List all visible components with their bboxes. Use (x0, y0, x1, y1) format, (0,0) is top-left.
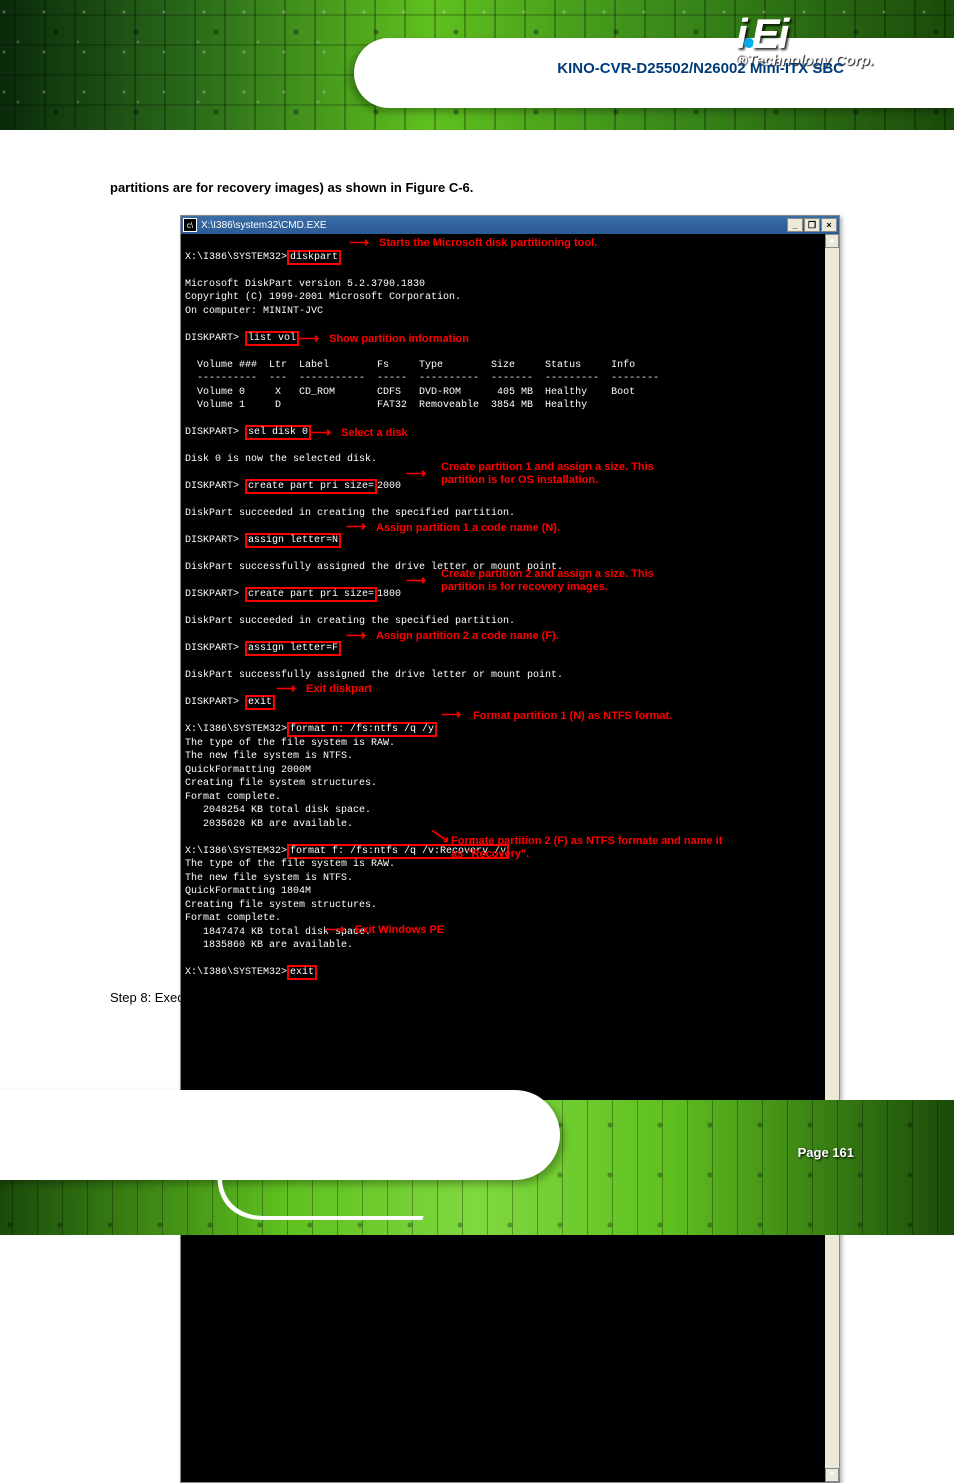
prompt: DISKPART> (185, 643, 245, 654)
cmd-listvol: list vol (245, 331, 299, 346)
annotation: Formate partition 2 (F) as NTFS formate … (451, 835, 731, 860)
table-header: Volume ### Ltr Label Fs Type Size Status… (185, 360, 635, 371)
footer-swoosh (0, 1090, 560, 1180)
output-line: On computer: MININT-JVC (185, 306, 323, 317)
annotation: Assign partition 1 a code name (N). (376, 522, 560, 535)
annotation: Format partition 1 (N) as NTFS format. (473, 710, 672, 723)
output-line: The new file system is NTFS. (185, 873, 353, 884)
arrow-icon: ⟶ (406, 573, 426, 592)
output-line: The type of the file system is RAW. (185, 859, 395, 870)
titlebar-text: X:\I386\system32\CMD.EXE (201, 220, 787, 231)
console: X:\I386\SYSTEM32>diskpart Microsoft Disk… (181, 234, 839, 1482)
arrow-icon: ⟶ (276, 681, 296, 700)
annotation: Select a disk (341, 427, 408, 440)
figure-caption: Figure C-6: Diskpart Command Screen (0, 945, 954, 959)
output-line: QuickFormatting 2000M (185, 765, 311, 776)
logo-main: iEi (736, 10, 874, 58)
prompt: X:\I386\SYSTEM32> (185, 724, 287, 735)
prompt: DISKPART> (185, 333, 245, 344)
table-row: Volume 0 X CD_ROM CDFS DVD-ROM 405 MB He… (185, 387, 635, 398)
output-line: Copyright (C) 1999-2001 Microsoft Corpor… (185, 292, 461, 303)
scroll-down-icon[interactable]: ▾ (825, 1468, 839, 1482)
cmd-create-part2: create part pri size= (245, 587, 377, 602)
prompt: X:\I386\SYSTEM32> (185, 252, 287, 263)
prompt: DISKPART> (185, 481, 245, 492)
output-line: 2035620 KB are available. (185, 819, 353, 830)
arrow-icon: ⟶ (346, 519, 366, 538)
table-row: Volume 1 D FAT32 Removeable 3854 MB Heal… (185, 400, 587, 411)
page-number: Page 161 (798, 1145, 854, 1160)
cmd-icon: c\ (183, 218, 197, 232)
output-line: Creating file system structures. (185, 778, 377, 789)
arrow-icon: ⟶ (299, 331, 319, 350)
annotation: Assign partition 2 a code name (F). (376, 630, 559, 643)
minimize-button[interactable]: _ (787, 218, 803, 232)
arrow-icon: ⟶ (349, 235, 369, 254)
output-line: DiskPart successfully assigned the drive… (185, 670, 563, 681)
arrow-icon: ⟶ (311, 425, 331, 444)
arrow-icon: ⟶ (325, 922, 345, 941)
prompt: DISKPART> (185, 589, 245, 600)
window-buttons: _ ❐ × (787, 218, 837, 232)
arrow-icon: ⟶ (346, 628, 366, 647)
table-sep: ---------- --- ----------- ----- -------… (185, 373, 659, 384)
restore-button[interactable]: ❐ (804, 218, 820, 232)
cmd-assign-n: assign letter=N (245, 533, 341, 548)
output-line: Format complete. (185, 792, 281, 803)
close-button[interactable]: × (821, 218, 837, 232)
output-line: Format complete. (185, 913, 281, 924)
output-line: QuickFormatting 1804M (185, 886, 311, 897)
section-intro: partitions are for recovery images) as s… (110, 180, 473, 195)
output-line: DiskPart succeeded in creating the speci… (185, 508, 515, 519)
output-line: The new file system is NTFS. (185, 751, 353, 762)
arrow-icon: ⟶ (406, 466, 426, 485)
annotation: Show partition information (329, 333, 469, 346)
output-line: Disk 0 is now the selected disk. (185, 454, 377, 465)
annotation: Create partition 2 and assign a size. Th… (441, 568, 681, 593)
prompt: X:\I386\SYSTEM32> (185, 846, 287, 857)
cmd-format-n: format n: /fs:ntfs /q /y (287, 722, 437, 737)
output-line: The type of the file system is RAW. (185, 738, 395, 749)
output-line: DiskPart succeeded in creating the speci… (185, 616, 515, 627)
prompt: DISKPART> (185, 697, 245, 708)
prompt: DISKPART> (185, 427, 245, 438)
cmd-assign-f: assign letter=F (245, 641, 341, 656)
output-line: Microsoft DiskPart version 5.2.3790.1830 (185, 279, 425, 290)
prompt: DISKPART> (185, 535, 245, 546)
annotation: Exit Windows PE (355, 924, 444, 937)
output-line: 2048254 KB total disk space. (185, 805, 371, 816)
annotation: Exit diskpart (306, 683, 372, 696)
cmd-exit-diskpart: exit (245, 695, 275, 710)
cmd-create-part1: create part pri size= (245, 479, 377, 494)
cmd-seldisk: sel disk 0 (245, 425, 311, 440)
scroll-up-icon[interactable]: ▴ (825, 234, 839, 248)
cmd-exit-winpe: exit (287, 965, 317, 980)
arrow-icon: ⟶ (441, 707, 461, 726)
annotation: Create partition 1 and assign a size. Th… (441, 461, 671, 486)
prompt: X:\I386\SYSTEM32> (185, 967, 287, 978)
cmd-window: c\ X:\I386\system32\CMD.EXE _ ❐ × X:\I38… (180, 215, 840, 1483)
output-line: Creating file system structures. (185, 900, 377, 911)
step-text: Step 8: Execute the following commands (… (110, 985, 844, 1011)
titlebar: c\ X:\I386\system32\CMD.EXE _ ❐ × (181, 216, 839, 234)
header-title: KINO-CVR-D25502/N26002 Mini-ITX SBC (557, 60, 844, 77)
annotation: Starts the Microsoft disk partitioning t… (379, 237, 597, 250)
cmd-diskpart: diskpart (287, 250, 341, 265)
